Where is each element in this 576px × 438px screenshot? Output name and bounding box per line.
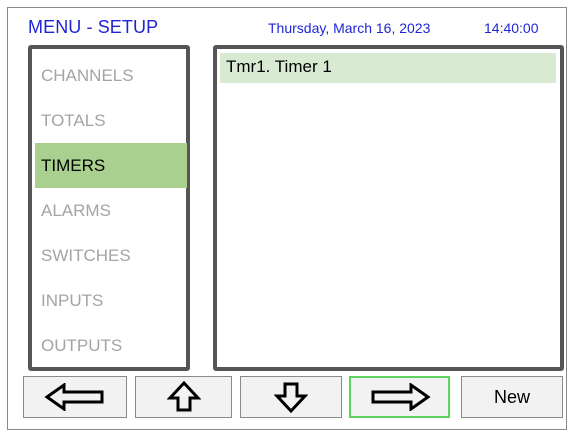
sidebar-item-timers[interactable]: TIMERS: [35, 143, 187, 188]
sidebar-item-totals[interactable]: TOTALS: [35, 98, 187, 143]
sidebar-item-inputs[interactable]: INPUTS: [35, 278, 187, 323]
arrow-left-icon: [44, 383, 104, 411]
right-button[interactable]: [349, 376, 450, 418]
setup-category-list: CHANNELS TOTALS TIMERS ALARMS SWITCHES I…: [28, 45, 190, 371]
sidebar-item-switches[interactable]: SWITCHES: [35, 233, 187, 278]
left-button[interactable]: [23, 376, 127, 418]
arrow-down-icon: [274, 382, 308, 413]
down-button[interactable]: [240, 376, 342, 418]
new-button[interactable]: New: [461, 376, 563, 418]
setup-screen: MENU - SETUP Thursday, March 16, 2023 14…: [7, 7, 567, 430]
date-display: Thursday, March 16, 2023: [268, 20, 431, 36]
timer-list-panel: Tmr1. Timer 1: [213, 45, 564, 371]
list-item[interactable]: Tmr1. Timer 1: [220, 53, 556, 83]
menu-title: MENU - SETUP: [28, 17, 159, 37]
arrow-right-icon: [371, 383, 431, 411]
time-display: 14:40:00: [484, 20, 539, 36]
sidebar-item-outputs[interactable]: OUTPUTS: [35, 323, 187, 368]
sidebar-item-alarms[interactable]: ALARMS: [35, 188, 187, 233]
new-button-label: New: [493, 386, 530, 407]
sidebar-item-channels[interactable]: CHANNELS: [35, 53, 187, 98]
up-button[interactable]: [135, 376, 232, 418]
arrow-up-icon: [166, 381, 201, 412]
